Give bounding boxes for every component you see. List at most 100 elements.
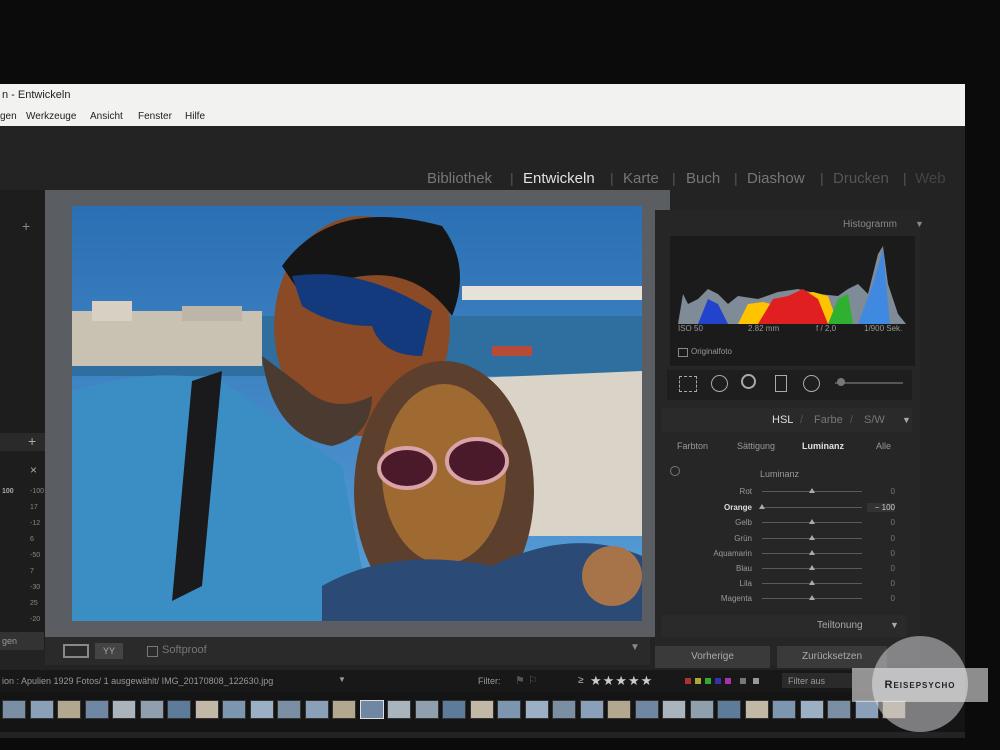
filmstrip-thumbnail[interactable]: [524, 700, 549, 719]
split-toning-collapse-icon[interactable]: ▼: [890, 620, 899, 630]
module-buch[interactable]: Buch: [686, 170, 720, 187]
subtab-saettigung[interactable]: Sättigung: [737, 441, 775, 451]
color-label-green[interactable]: [705, 678, 711, 684]
softproof-checkbox[interactable]: [147, 646, 158, 657]
filmstrip-thumbnail[interactable]: [112, 700, 136, 719]
filmstrip-thumbnail[interactable]: [29, 700, 54, 719]
rating-stars[interactable]: ★★★★★: [590, 673, 653, 689]
filmstrip-thumbnail[interactable]: [442, 700, 466, 719]
slider-knob[interactable]: [809, 565, 815, 570]
module-bibliothek[interactable]: Bibliothek: [427, 170, 492, 187]
color-label-red[interactable]: [685, 678, 691, 684]
slider-magenta[interactable]: Magenta 0: [662, 592, 902, 606]
filmstrip-thumbnail[interactable]: [84, 700, 109, 719]
original-photo-checkbox[interactable]: [678, 348, 688, 357]
slider-rot[interactable]: Rot 0: [662, 485, 902, 499]
crop-tool-icon[interactable]: [679, 376, 697, 392]
color-label-filters[interactable]: [685, 678, 769, 684]
flag-filter-icon[interactable]: ⚑ ⚐: [515, 674, 538, 687]
subtab-luminanz[interactable]: Luminanz: [802, 441, 844, 451]
add-preset-icon[interactable]: +: [22, 218, 30, 234]
filmstrip-thumbnail[interactable]: [194, 700, 219, 719]
filmstrip-thumbnail[interactable]: [744, 700, 769, 719]
slider-knob[interactable]: [809, 550, 815, 555]
module-drucken[interactable]: Drucken: [833, 170, 889, 187]
subtab-alle[interactable]: Alle: [876, 441, 891, 451]
slider-gelb[interactable]: Gelb 0: [662, 516, 902, 530]
target-adjust-icon[interactable]: [670, 466, 680, 476]
color-label-purple[interactable]: [725, 678, 731, 684]
filmstrip-thumbnail[interactable]: [662, 700, 686, 719]
split-toning-header[interactable]: Teiltonung ▼: [662, 615, 907, 637]
before-after-button[interactable]: YY: [95, 643, 123, 659]
color-label-none[interactable]: [740, 678, 746, 684]
subtab-farbton[interactable]: Farbton: [677, 441, 708, 451]
tab-farbe[interactable]: Farbe: [814, 414, 843, 426]
tab-hsl[interactable]: HSL: [772, 414, 793, 426]
slider-knob[interactable]: [809, 580, 815, 585]
menu-item-werkzeuge[interactable]: Werkzeuge: [26, 111, 76, 122]
histogram-collapse-icon[interactable]: ▼: [915, 219, 924, 229]
slider-knob[interactable]: [809, 519, 815, 524]
module-web[interactable]: Web: [915, 170, 946, 187]
close-icon[interactable]: ×: [30, 463, 37, 477]
filmstrip-thumbnail[interactable]: [387, 700, 411, 719]
filmstrip-thumbnail[interactable]: [332, 700, 356, 719]
filmstrip-info[interactable]: ion : Apulien 1929 Fotos/ 1 ausgewählt/ …: [2, 676, 273, 686]
filmstrip-thumbnail[interactable]: [277, 700, 301, 719]
reset-button[interactable]: Zurücksetzen: [777, 646, 887, 668]
filmstrip-thumbnail[interactable]: [249, 700, 274, 719]
brush-slider-knob[interactable]: [837, 378, 845, 386]
color-label-yellow[interactable]: [695, 678, 701, 684]
filmstrip-thumbnail[interactable]: [689, 700, 714, 719]
filmstrip-thumbnail[interactable]: [634, 700, 659, 719]
filmstrip-thumbnail[interactable]: [497, 700, 521, 719]
filmstrip-thumbnail[interactable]: [167, 700, 191, 719]
filmstrip-thumbnail-selected[interactable]: [359, 700, 384, 719]
hsl-collapse-icon[interactable]: ▼: [902, 415, 911, 425]
slider-knob[interactable]: [809, 488, 815, 493]
filmstrip-thumbnail[interactable]: [799, 700, 824, 719]
menu-item-gen[interactable]: gen: [0, 111, 17, 122]
spot-removal-icon[interactable]: [711, 375, 728, 392]
menu-item-fenster[interactable]: Fenster: [138, 111, 172, 122]
graduated-filter-icon[interactable]: [775, 375, 787, 392]
menu-item-hilfe[interactable]: Hilfe: [185, 111, 205, 122]
module-karte[interactable]: Karte: [623, 170, 659, 187]
slider-knob[interactable]: [809, 595, 815, 600]
filmstrip-thumbnail[interactable]: [579, 700, 604, 719]
slider-lila[interactable]: Lila 0: [662, 577, 902, 591]
filmstrip-thumbnail[interactable]: [827, 700, 851, 719]
filmstrip-thumbnail[interactable]: [552, 700, 576, 719]
rating-operator[interactable]: ≥: [578, 675, 584, 686]
slider-blau[interactable]: Blau 0: [662, 562, 902, 576]
filmstrip-thumbnail[interactable]: [414, 700, 439, 719]
filmstrip-dropdown-icon[interactable]: ▼: [338, 675, 346, 684]
color-label-other[interactable]: [753, 678, 759, 684]
filmstrip-thumbnail[interactable]: [222, 700, 246, 719]
filmstrip-thumbnail[interactable]: [772, 700, 796, 719]
filmstrip-thumbnail[interactable]: [607, 700, 631, 719]
copy-button[interactable]: gen: [0, 632, 44, 650]
loupe-view-icon[interactable]: [63, 644, 89, 658]
filmstrip-thumbnail[interactable]: [304, 700, 329, 719]
add-snapshot-icon[interactable]: +: [28, 433, 36, 449]
tab-sw[interactable]: S/W: [864, 414, 885, 426]
filmstrip-thumbnail[interactable]: [469, 700, 494, 719]
filmstrip-thumbnail[interactable]: [139, 700, 164, 719]
radial-filter-icon[interactable]: [803, 375, 820, 392]
filmstrip-thumbnail[interactable]: [57, 700, 81, 719]
history-row[interactable]: 100 -100: [2, 488, 44, 495]
module-entwickeln[interactable]: Entwickeln: [523, 170, 595, 187]
slider-orange[interactable]: Orange − 100: [662, 501, 902, 515]
filter-select[interactable]: Filter aus: [782, 673, 852, 688]
previous-button[interactable]: Vorherige: [655, 646, 770, 668]
slider-aquamarin[interactable]: Aquamarin 0: [662, 547, 902, 561]
filmstrip-thumbnail[interactable]: [717, 700, 741, 719]
menu-item-ansicht[interactable]: Ansicht: [90, 111, 123, 122]
slider-knob[interactable]: [809, 535, 815, 540]
filmstrip[interactable]: [0, 692, 965, 732]
slider-knob[interactable]: [759, 504, 765, 509]
slider-gruen[interactable]: Grün 0: [662, 532, 902, 546]
filmstrip-thumbnail[interactable]: [2, 700, 26, 719]
